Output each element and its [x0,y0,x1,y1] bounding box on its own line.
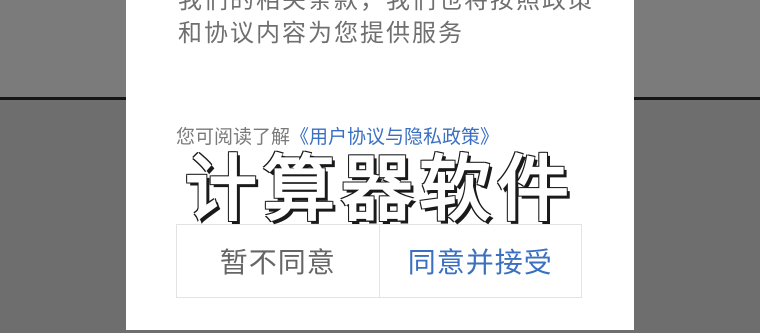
decline-button[interactable]: 暂不同意 [177,225,380,297]
dialog-button-row: 暂不同意 同意并接受 [176,224,582,298]
read-policy-line: 您可阅读了解《用户协议与隐私政策》 [176,124,616,150]
policy-link[interactable]: 《用户协议与隐私政策》 [290,126,499,148]
dialog-body-text: 我们的相关条款，我们也将按照政策和协议内容为您提供服务 [178,0,594,47]
read-prefix: 您可阅读了解 [176,126,291,148]
accept-button[interactable]: 同意并接受 [379,225,581,297]
privacy-agreement-dialog: 我们的相关条款，我们也将按照政策和协议内容为您提供服务 您可阅读了解《用户协议与… [126,0,634,330]
